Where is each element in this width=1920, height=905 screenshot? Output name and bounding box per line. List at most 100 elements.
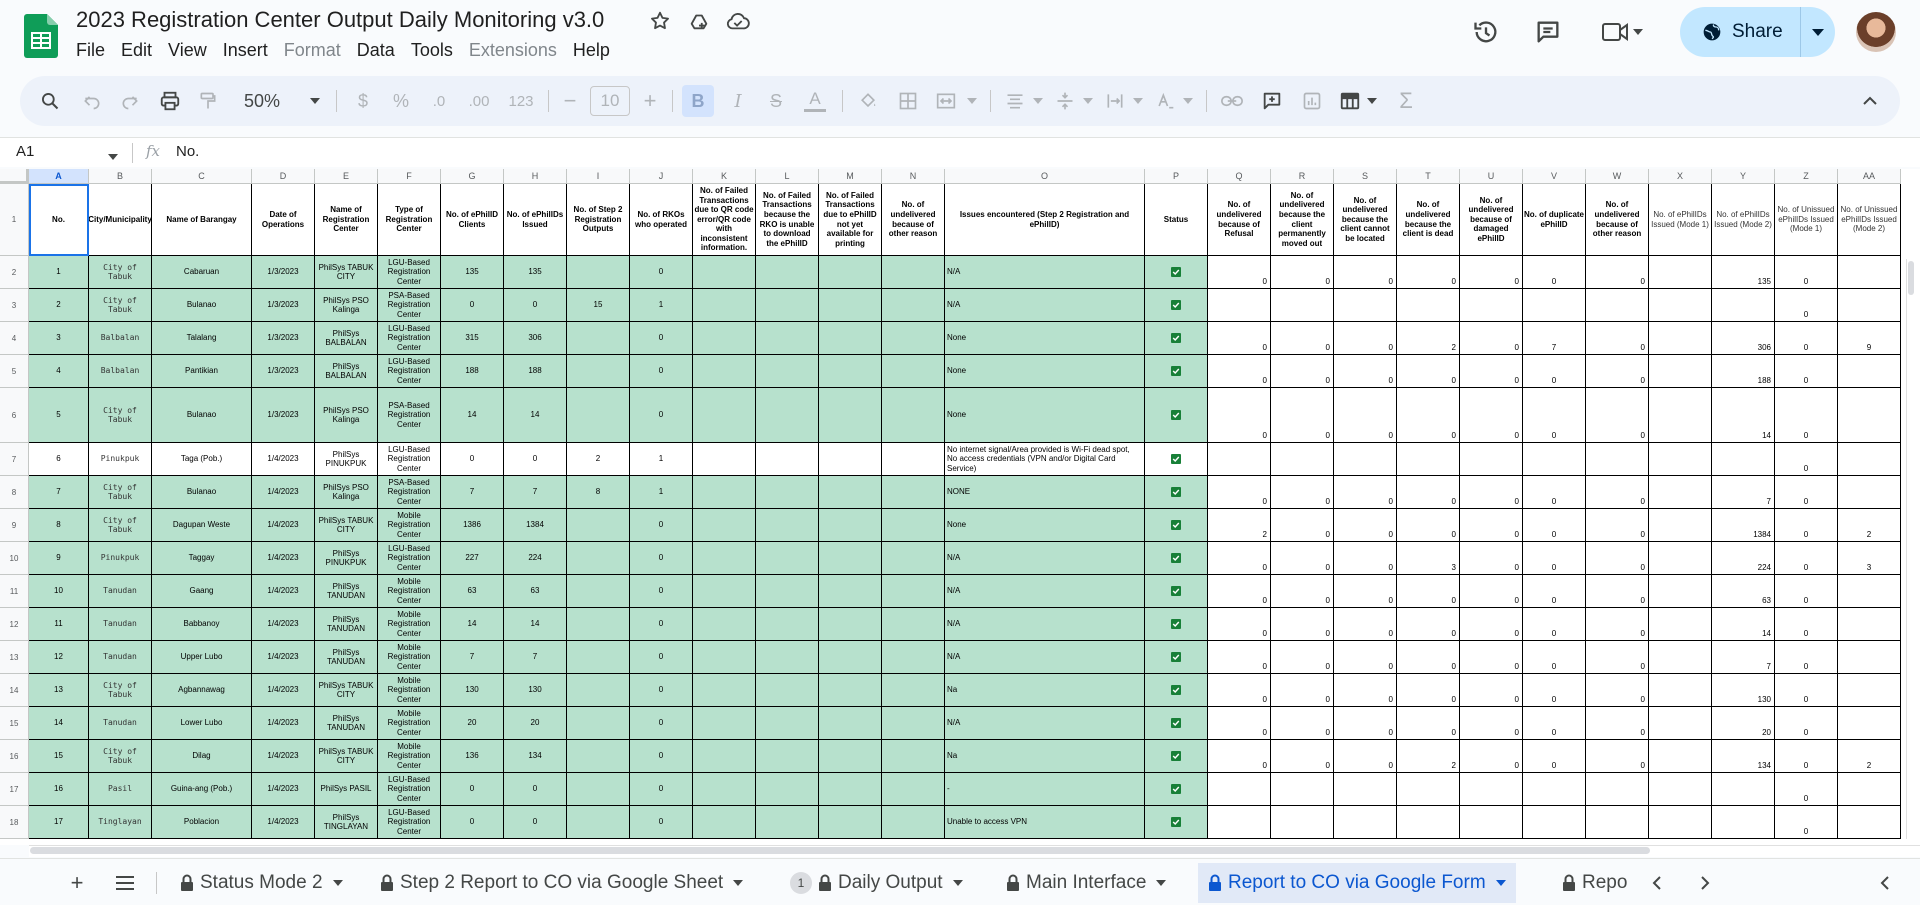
cell-c7[interactable]: Taga (Pob.) (152, 443, 252, 476)
cell-d18[interactable]: 1/4/2023 (252, 806, 315, 839)
cell-q15[interactable]: 0 (1208, 707, 1271, 740)
cell-u11[interactable]: 0 (1460, 575, 1523, 608)
cell-g7[interactable]: 0 (441, 443, 504, 476)
cell-k14[interactable] (693, 674, 756, 707)
cell-aa6[interactable] (1838, 388, 1901, 443)
cell-k12[interactable] (693, 608, 756, 641)
cell-i10[interactable] (567, 542, 630, 575)
cell-b10[interactable]: Pinukpuk (89, 542, 152, 575)
cell-t15[interactable]: 0 (1397, 707, 1460, 740)
insert-chart-icon[interactable] (1296, 85, 1328, 117)
cell-z6[interactable]: 0 (1775, 388, 1838, 443)
cell-e9[interactable]: PhilSys TABUK CITY (315, 509, 378, 542)
cell-u8[interactable]: 0 (1460, 476, 1523, 509)
cell-i4[interactable] (567, 322, 630, 355)
cell-j15[interactable]: 0 (630, 707, 693, 740)
cell-l12[interactable] (756, 608, 819, 641)
row-header-12[interactable]: 12 (0, 608, 29, 641)
row-header-13[interactable]: 13 (0, 641, 29, 674)
cell-k9[interactable] (693, 509, 756, 542)
borders-icon[interactable] (892, 85, 924, 117)
cell-r2[interactable]: 0 (1271, 256, 1334, 289)
cell-x12[interactable] (1649, 608, 1712, 641)
column-header-y[interactable]: Y (1712, 169, 1775, 184)
redo-icon[interactable] (114, 85, 146, 117)
cell-f11[interactable]: Mobile Registration Center (378, 575, 441, 608)
cell-a3[interactable]: 2 (29, 289, 89, 322)
number-format-button[interactable]: 123 (504, 85, 538, 117)
header-cell-x[interactable]: No. of ePhilIDs Issued (Mode 1) (1649, 184, 1712, 256)
cell-r5[interactable]: 0 (1271, 355, 1334, 388)
cell-p17[interactable] (1145, 773, 1208, 806)
cell-l4[interactable] (756, 322, 819, 355)
cell-u17[interactable] (1460, 773, 1523, 806)
cell-s10[interactable]: 0 (1334, 542, 1397, 575)
cell-g17[interactable]: 0 (441, 773, 504, 806)
cell-k13[interactable] (693, 641, 756, 674)
cell-t3[interactable] (1397, 289, 1460, 322)
cell-g13[interactable]: 7 (441, 641, 504, 674)
cell-j14[interactable]: 0 (630, 674, 693, 707)
cell-w13[interactable]: 0 (1586, 641, 1649, 674)
row-header-2[interactable]: 2 (0, 256, 29, 289)
cell-v12[interactable]: 0 (1523, 608, 1586, 641)
tab-caret-icon[interactable] (1495, 880, 1506, 886)
cell-c3[interactable]: Bulanao (152, 289, 252, 322)
cell-z13[interactable]: 0 (1775, 641, 1838, 674)
cell-c2[interactable]: Cabaruan (152, 256, 252, 289)
vertical-scrollbar[interactable] (1906, 259, 1914, 839)
cell-a12[interactable]: 11 (29, 608, 89, 641)
menu-file[interactable]: File (68, 38, 113, 63)
cell-w17[interactable] (1586, 773, 1649, 806)
cell-e11[interactable]: PhilSys TANUDAN (315, 575, 378, 608)
row-header-3[interactable]: 3 (0, 289, 29, 322)
row-header-16[interactable]: 16 (0, 740, 29, 773)
menu-view[interactable]: View (160, 38, 215, 63)
header-cell-y[interactable]: No. of ePhilIDs Issued (Mode 2) (1712, 184, 1775, 256)
cell-a18[interactable]: 17 (29, 806, 89, 839)
column-header-aa[interactable]: AA (1838, 169, 1901, 184)
cell-g9[interactable]: 1386 (441, 509, 504, 542)
cell-c18[interactable]: Poblacion (152, 806, 252, 839)
header-cell-t[interactable]: No. of undelivered because the client is… (1397, 184, 1460, 256)
sheets-logo-icon[interactable] (24, 14, 58, 58)
cell-o13[interactable]: N/A (945, 641, 1145, 674)
cell-aa10[interactable]: 3 (1838, 542, 1901, 575)
cell-a8[interactable]: 7 (29, 476, 89, 509)
row-header-9[interactable]: 9 (0, 509, 29, 542)
cell-aa9[interactable]: 2 (1838, 509, 1901, 542)
cell-e4[interactable]: PhilSys BALBALAN (315, 322, 378, 355)
cell-c4[interactable]: Talalang (152, 322, 252, 355)
cell-q16[interactable]: 0 (1208, 740, 1271, 773)
cell-t10[interactable]: 3 (1397, 542, 1460, 575)
cell-t2[interactable]: 0 (1397, 256, 1460, 289)
cell-n5[interactable] (882, 355, 945, 388)
cell-v7[interactable] (1523, 443, 1586, 476)
row-header-5[interactable]: 5 (0, 355, 29, 388)
add-sheet-icon[interactable]: + (60, 867, 94, 899)
menu-tools[interactable]: Tools (403, 38, 461, 63)
status-checkbox-checked[interactable] (1171, 553, 1181, 563)
header-cell-g[interactable]: No. of ePhilID Clients (441, 184, 504, 256)
cell-c17[interactable]: Guina-ang (Pob.) (152, 773, 252, 806)
cell-s15[interactable]: 0 (1334, 707, 1397, 740)
cell-b2[interactable]: City of Tabuk (89, 256, 152, 289)
cell-u6[interactable]: 0 (1460, 388, 1523, 443)
cell-x17[interactable] (1649, 773, 1712, 806)
cell-l18[interactable] (756, 806, 819, 839)
cell-w11[interactable]: 0 (1586, 575, 1649, 608)
cell-d13[interactable]: 1/4/2023 (252, 641, 315, 674)
cell-z10[interactable]: 0 (1775, 542, 1838, 575)
strikethrough-button[interactable]: S (760, 85, 792, 117)
cell-n4[interactable] (882, 322, 945, 355)
cell-h18[interactable]: 0 (504, 806, 567, 839)
cell-w2[interactable]: 0 (1586, 256, 1649, 289)
header-cell-n[interactable]: No. of undelivered because of other reas… (882, 184, 945, 256)
vertical-align-icon[interactable] (1050, 85, 1080, 117)
merge-cells-icon[interactable] (930, 85, 962, 117)
cell-m4[interactable] (819, 322, 882, 355)
star-icon[interactable] (647, 8, 673, 34)
cell-g18[interactable]: 0 (441, 806, 504, 839)
cell-y7[interactable] (1712, 443, 1775, 476)
cell-d11[interactable]: 1/4/2023 (252, 575, 315, 608)
